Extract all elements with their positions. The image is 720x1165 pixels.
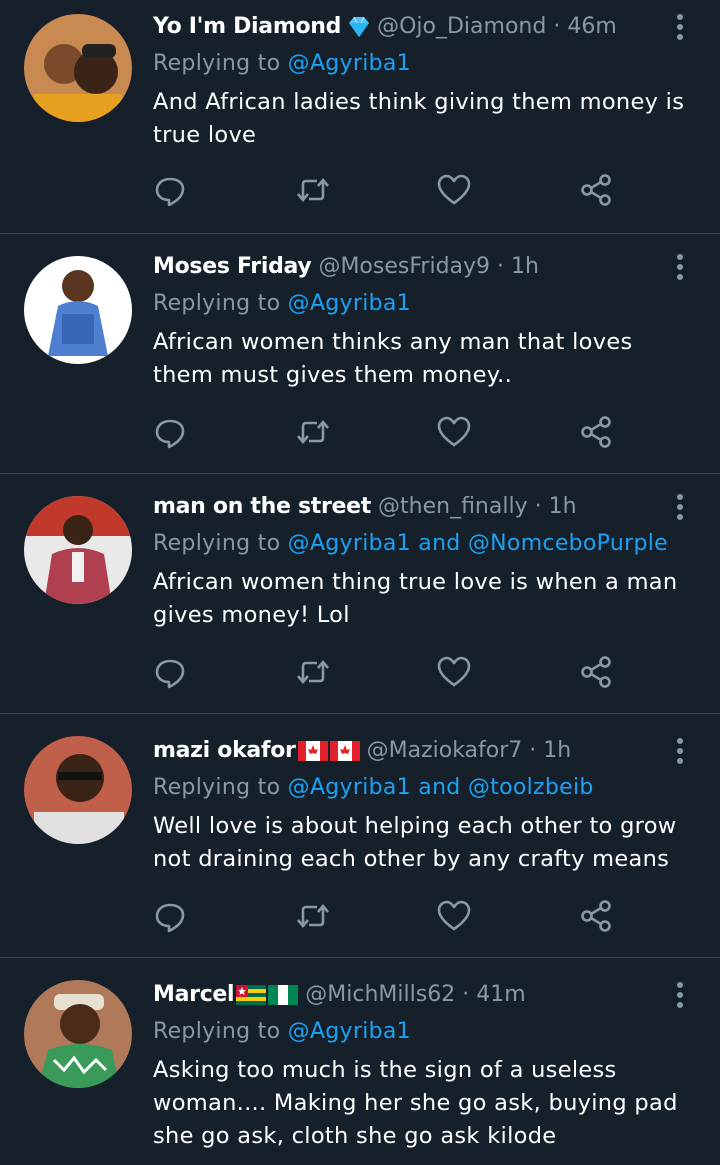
share-button[interactable] — [578, 654, 614, 690]
like-icon — [437, 900, 471, 931]
tweet-text: Asking too much is the sign of a useless… — [153, 1057, 678, 1149]
tweet-text: And African ladies think giving them mon… — [153, 89, 685, 148]
mention-link[interactable]: @Agyriba1 — [288, 1019, 411, 1044]
share-icon — [581, 416, 611, 448]
retweet-button[interactable] — [295, 172, 331, 208]
separator: · — [534, 494, 542, 519]
reply-button[interactable] — [152, 414, 188, 450]
retweet-button[interactable] — [295, 414, 331, 450]
tweet-text: Well love is about helping each other to… — [153, 813, 677, 872]
replying-to: Replying to @Agyriba1 — [153, 1019, 411, 1044]
share-button[interactable] — [578, 172, 614, 208]
retweet-icon — [297, 177, 329, 203]
tweet-text: African women thinks any man that loves … — [153, 329, 633, 388]
share-icon — [581, 174, 611, 206]
gem-icon — [345, 15, 373, 39]
timestamp[interactable]: 41m — [476, 982, 525, 1007]
reply-icon — [155, 177, 185, 207]
more-icon[interactable] — [670, 252, 690, 282]
more-icon[interactable] — [670, 12, 690, 42]
reply-icon — [155, 419, 185, 449]
handle[interactable]: @then_finally — [378, 494, 528, 519]
mention-link[interactable]: @Agyriba1 — [288, 775, 411, 800]
avatar[interactable] — [24, 496, 132, 604]
replying-to: Replying to @Agyriba1 — [153, 51, 411, 76]
retweet-button[interactable] — [295, 898, 331, 934]
handle[interactable]: @Ojo_Diamond — [377, 14, 546, 39]
action-bar — [152, 654, 622, 690]
reply-icon — [155, 903, 185, 933]
mention-link[interactable]: @NomceboPurple — [468, 531, 668, 556]
separator: · — [497, 254, 505, 279]
replying-to: Replying to @Agyriba1 — [153, 291, 411, 316]
timestamp[interactable]: 1h — [543, 738, 571, 763]
tweet[interactable]: Moses Friday @MosesFriday9 · 1h Replying… — [0, 234, 720, 474]
handle[interactable]: @MichMills62 — [305, 982, 455, 1007]
tweet-text: African women thing true love is when a … — [153, 569, 678, 628]
tweet[interactable]: Yo I'm Diamond @Ojo_Diamond · 46m Replyin… — [0, 0, 720, 234]
reply-icon — [155, 659, 185, 689]
canada-flag-icon — [329, 741, 360, 761]
togo-flag-icon — [236, 985, 267, 1005]
like-icon — [437, 174, 471, 205]
display-name[interactable]: Yo I'm Diamond — [153, 14, 341, 39]
tweet[interactable]: Marcel @MichMills62 · 41m Replying to @A… — [0, 958, 720, 1165]
retweet-icon — [297, 659, 329, 685]
avatar[interactable] — [24, 980, 132, 1088]
mention-link[interactable]: @Agyriba1 — [288, 291, 411, 316]
timestamp[interactable]: 46m — [567, 14, 616, 39]
like-button[interactable] — [436, 414, 472, 450]
share-icon — [581, 900, 611, 932]
retweet-icon — [297, 419, 329, 445]
retweet-button[interactable] — [295, 654, 331, 690]
display-name[interactable]: Moses Friday — [153, 254, 312, 279]
avatar[interactable] — [24, 736, 132, 844]
timestamp[interactable]: 1h — [511, 254, 539, 279]
timestamp[interactable]: 1h — [549, 494, 577, 519]
separator: · — [462, 982, 470, 1007]
mention-link[interactable]: @Agyriba1 — [288, 51, 411, 76]
avatar[interactable] — [24, 14, 132, 122]
more-icon[interactable] — [670, 736, 690, 766]
nigeria-flag-icon — [268, 985, 299, 1005]
reply-button[interactable] — [152, 898, 188, 934]
separator: · — [529, 738, 537, 763]
avatar[interactable] — [24, 256, 132, 364]
like-icon — [437, 656, 471, 687]
display-name[interactable]: mazi okafor — [153, 738, 296, 763]
display-name[interactable]: Marcel — [153, 982, 235, 1007]
action-bar — [152, 898, 622, 934]
action-bar — [152, 414, 622, 450]
retweet-icon — [297, 903, 329, 929]
handle[interactable]: @Maziokafor7 — [367, 738, 523, 763]
share-button[interactable] — [578, 898, 614, 934]
more-icon[interactable] — [670, 492, 690, 522]
replying-to: Replying to @Agyriba1 and @NomceboPurple — [153, 531, 668, 556]
like-button[interactable] — [436, 654, 472, 690]
separator: · — [553, 14, 561, 39]
tweet[interactable]: mazi okafor @Maziokafor7 · 1h Replying t… — [0, 714, 720, 958]
handle[interactable]: @MosesFriday9 — [318, 254, 490, 279]
replying-to: Replying to @Agyriba1 and @toolzbeib — [153, 775, 594, 800]
like-icon — [437, 416, 471, 447]
more-icon[interactable] — [670, 980, 690, 1010]
share-icon — [581, 656, 611, 688]
like-button[interactable] — [436, 172, 472, 208]
display-name[interactable]: man on the street — [153, 494, 371, 519]
mention-link[interactable]: @toolzbeib — [468, 775, 594, 800]
reply-button[interactable] — [152, 654, 188, 690]
tweet[interactable]: man on the street @then_finally · 1h Rep… — [0, 474, 720, 714]
canada-flag-icon — [297, 741, 328, 761]
reply-button[interactable] — [152, 172, 188, 208]
action-bar — [152, 172, 622, 208]
like-button[interactable] — [436, 898, 472, 934]
mention-link[interactable]: @Agyriba1 — [288, 531, 411, 556]
share-button[interactable] — [578, 414, 614, 450]
